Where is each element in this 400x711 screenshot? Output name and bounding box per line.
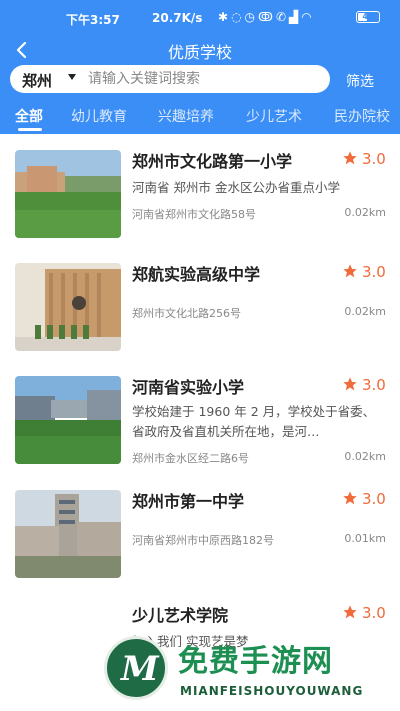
school-card[interactable]: 河南省实验小学 3.0 学校始建于 1960 年 2 月，学校处于省委、省政府及… (0, 360, 400, 472)
school-name: 河南省实验小学 (132, 378, 245, 397)
tab-indicator (18, 128, 42, 131)
school-name: 郑州市第一中学 (132, 492, 245, 511)
star-icon (343, 377, 357, 391)
page-title: 优质学校 (167, 43, 232, 62)
school-distance: 0.02km (344, 305, 386, 318)
network-speed: 20.7K/s (152, 11, 203, 25)
school-distance: 0.02km (344, 206, 386, 219)
tab-private-schools[interactable]: 民办院校 (334, 106, 390, 126)
tab-kids-art[interactable]: 少儿艺术 (246, 106, 302, 126)
battery-icon: 49 (356, 11, 380, 23)
school-list[interactable]: 郑州市文化路第一小学 3.0 河南省 郑州市 金水区公办省重点小学 河南省郑州市… (0, 134, 400, 711)
school-card[interactable]: 郑航实验高级中学 3.0 郑州市文化北路256号 0.02km (0, 247, 400, 359)
school-photo (15, 490, 121, 578)
status-bar: 下午3:57 20.7K/s ✱◌◷ↂ✆▟◠ 49 (0, 0, 400, 36)
mute-icon: ◌ (231, 10, 245, 24)
search-box: 郑州 (10, 65, 330, 93)
rating-value: 3.0 (362, 150, 386, 168)
school-address: 郑州市文化北路256号 (132, 307, 241, 320)
rating: 3.0 (342, 490, 386, 508)
caret-down-icon[interactable] (68, 74, 76, 80)
status-time: 下午3:57 (66, 13, 120, 27)
watermark-title: 免费手游网 (178, 644, 333, 679)
school-address: 郑州市金水区经二路6号 (132, 452, 249, 465)
watermark-subtitle: MIANFEISHOUYOUWANG (180, 684, 364, 698)
call-icon: ✆ (275, 10, 290, 24)
star-icon (343, 151, 357, 165)
star-icon (343, 605, 357, 619)
rating-value: 3.0 (362, 490, 386, 508)
school-photo (15, 150, 121, 238)
rating-value: 3.0 (362, 604, 386, 622)
bluetooth-icon: ✱ (218, 10, 232, 24)
rating: 3.0 (342, 376, 386, 394)
school-description: 河南省 郑州市 金水区公办省重点小学 (132, 180, 340, 195)
rating-value: 3.0 (362, 263, 386, 281)
nfc-icon: ↂ (258, 10, 276, 24)
school-distance: 0.01km (344, 532, 386, 545)
tab-all[interactable]: 全部 (15, 106, 43, 126)
school-name: 郑航实验高级中学 (132, 265, 261, 284)
cellular-icon: ▟ (289, 10, 302, 24)
title-bar: 优质学校 (0, 36, 400, 64)
school-description: 学校始建于 1960 年 2 月，学校处于省委、省政府及省直机关所在地，是河… (132, 404, 376, 439)
tab-early-education[interactable]: 幼儿教育 (71, 106, 127, 126)
rating-value: 3.0 (362, 376, 386, 394)
category-tabs: 全部 幼儿教育 兴趣培养 少儿艺术 民办院校 (0, 104, 400, 134)
alarm-icon: ◷ (244, 10, 259, 24)
filter-button[interactable]: 筛选 (346, 71, 374, 91)
wifi-icon: ◠ (301, 10, 315, 24)
star-icon (343, 491, 357, 505)
status-icons: ✱◌◷ↂ✆▟◠ (218, 10, 315, 24)
school-card[interactable]: 郑州市第一中学 3.0 河南省郑州市中原西路182号 0.01km (0, 474, 400, 586)
star-icon (343, 264, 357, 278)
school-name: 少儿艺术学院 (132, 606, 229, 625)
app-header: 下午3:57 20.7K/s ✱◌◷ↂ✆▟◠ 49 优质学校 郑州 筛选 全部 … (0, 0, 400, 134)
school-name: 郑州市文化路第一小学 (132, 152, 293, 171)
search-row: 郑州 筛选 (0, 65, 400, 93)
school-photo (15, 263, 121, 351)
battery-level: 49 (362, 12, 374, 21)
watermark-logo: M (104, 636, 168, 700)
watermark: M 免费手游网 MIANFEISHOUYOUWANG (104, 634, 388, 706)
rating: 3.0 (342, 263, 386, 281)
city-selector[interactable]: 郑州 (22, 70, 52, 91)
school-card[interactable]: 郑州市文化路第一小学 3.0 河南省 郑州市 金水区公办省重点小学 河南省郑州市… (0, 134, 400, 246)
school-address: 河南省郑州市文化路58号 (132, 208, 256, 221)
school-photo (15, 376, 121, 464)
school-distance: 0.02km (344, 450, 386, 463)
school-address: 河南省郑州市中原西路182号 (132, 534, 274, 547)
tab-interest[interactable]: 兴趣培养 (158, 106, 214, 126)
rating: 3.0 (342, 150, 386, 168)
rating: 3.0 (342, 604, 386, 622)
search-input[interactable] (88, 65, 324, 93)
